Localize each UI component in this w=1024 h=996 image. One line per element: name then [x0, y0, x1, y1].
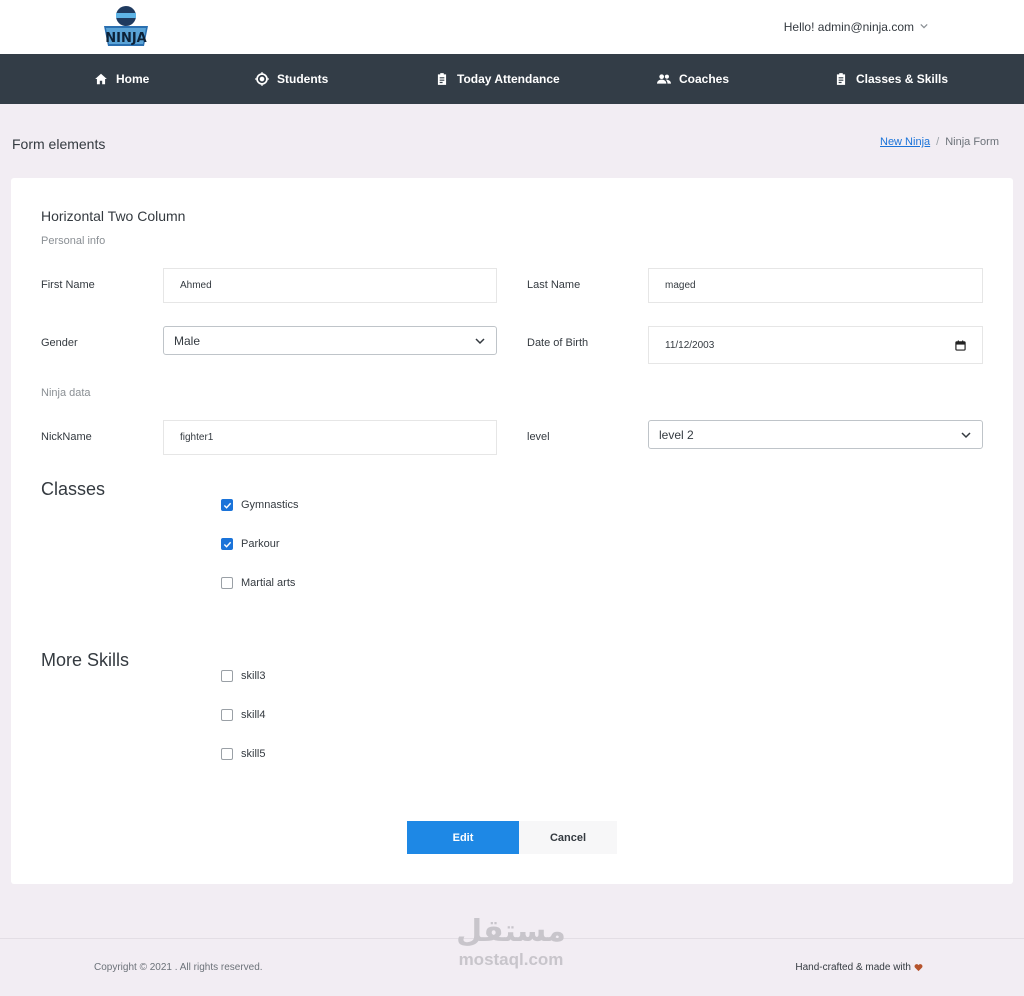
gender-label: Gender [41, 337, 78, 349]
check-icon [223, 541, 231, 548]
checkbox-label: Parkour [241, 538, 280, 550]
skill-checkbox-skill5[interactable]: skill5 [221, 748, 265, 760]
level-select[interactable]: level 2 [648, 420, 983, 449]
nav-item-today-attendance[interactable]: Today Attendance [435, 54, 560, 104]
ninja-data-label: Ninja data [41, 387, 91, 399]
dob-value: 11/12/2003 [665, 339, 715, 351]
level-selected-value: level 2 [659, 427, 694, 442]
nickname-label: NickName [41, 431, 92, 443]
first-name-label: First Name [41, 279, 95, 291]
nav-item-label: Coaches [679, 72, 730, 86]
nickname-input[interactable] [163, 420, 497, 455]
heart-icon [914, 964, 923, 972]
main-navbar: Home Students Today Attendance Coaches C… [0, 54, 1024, 104]
checkbox-label: skill5 [241, 748, 266, 760]
watermark-latin: mostaql.com [458, 950, 564, 969]
cancel-button[interactable]: Cancel [519, 821, 617, 854]
card-title: Horizontal Two Column [41, 208, 186, 224]
first-name-input[interactable] [163, 268, 497, 303]
checkbox-label: skill4 [241, 709, 266, 721]
footer-copyright: Copyright © 2021 . All rights reserved. [94, 962, 263, 973]
top-bar: NINJA Hello! admin@ninja.com [0, 0, 1024, 54]
gender-selected-value: Male [174, 333, 201, 348]
checkbox-checked[interactable] [221, 499, 233, 511]
nav-item-coaches[interactable]: Coaches [657, 54, 729, 104]
skill-checkbox-skill4[interactable]: skill4 [221, 709, 265, 721]
ninja-logo[interactable]: NINJA [98, 2, 154, 52]
user-menu[interactable]: Hello! admin@ninja.com [784, 18, 928, 36]
personal-info-label: Personal info [41, 235, 106, 247]
footer-credit-text: Hand-crafted & made with [795, 962, 911, 973]
breadcrumb-separator: / [936, 136, 940, 148]
breadcrumb-current: Ninja Form [945, 136, 999, 148]
chevron-down-icon [961, 431, 971, 438]
dob-label: Date of Birth [527, 337, 589, 349]
class-checkbox-gymnastics[interactable]: Gymnastics [221, 499, 298, 511]
chevron-down-icon [920, 22, 928, 32]
checkbox-unchecked[interactable] [221, 748, 233, 760]
nav-item-students[interactable]: Students [255, 54, 328, 104]
nav-item-label: Home [116, 72, 150, 86]
checkbox-label: Martial arts [241, 577, 296, 589]
form-card: Horizontal Two Column Personal info Firs… [11, 178, 1013, 884]
checkbox-label: Gymnastics [241, 499, 299, 511]
people-icon [657, 74, 671, 84]
last-name-label: Last Name [527, 279, 581, 291]
class-checkbox-martial-arts[interactable]: Martial arts [221, 577, 295, 589]
logo-text: NINJA [105, 31, 147, 46]
gender-select[interactable]: Male [163, 326, 497, 355]
skill-checkbox-skill3[interactable]: skill3 [221, 670, 265, 682]
breadcrumb: New Ninja / Ninja Form [880, 136, 999, 148]
page-title: Form elements [12, 136, 106, 152]
nav-item-label: Classes & Skills [856, 72, 949, 86]
class-checkbox-parkour[interactable]: Parkour [221, 538, 280, 550]
clipboard-icon [836, 73, 846, 85]
dob-input[interactable]: 11/12/2003 [648, 326, 983, 364]
target-icon [255, 72, 269, 86]
checkbox-checked[interactable] [221, 538, 233, 550]
checkbox-unchecked[interactable] [221, 577, 233, 589]
edit-button[interactable]: Edit [407, 821, 519, 854]
home-icon [95, 73, 107, 85]
checkbox-unchecked[interactable] [221, 709, 233, 721]
nav-item-classes-skills[interactable]: Classes & Skills [834, 54, 948, 104]
clipboard-icon [437, 73, 447, 85]
breadcrumb-link-new-ninja[interactable]: New Ninja [880, 136, 930, 148]
watermark-arabic: مستقل [456, 914, 566, 949]
check-icon [223, 502, 231, 509]
nav-item-label: Today Attendance [457, 72, 560, 86]
footer-credit: Hand-crafted & made with [795, 962, 923, 973]
mostaql-watermark: مستقل mostaql.com [446, 914, 576, 976]
calendar-icon[interactable] [955, 339, 966, 351]
user-greeting: Hello! admin@ninja.com [783, 20, 914, 34]
nav-item-label: Students [277, 72, 329, 86]
last-name-input[interactable] [648, 268, 983, 303]
more-skills-heading: More Skills [41, 650, 130, 670]
classes-heading: Classes [41, 479, 106, 499]
checkbox-label: skill3 [241, 670, 266, 682]
checkbox-unchecked[interactable] [221, 670, 233, 682]
chevron-down-icon [475, 337, 485, 344]
nav-item-home[interactable]: Home [94, 54, 149, 104]
level-label: level [527, 431, 550, 443]
